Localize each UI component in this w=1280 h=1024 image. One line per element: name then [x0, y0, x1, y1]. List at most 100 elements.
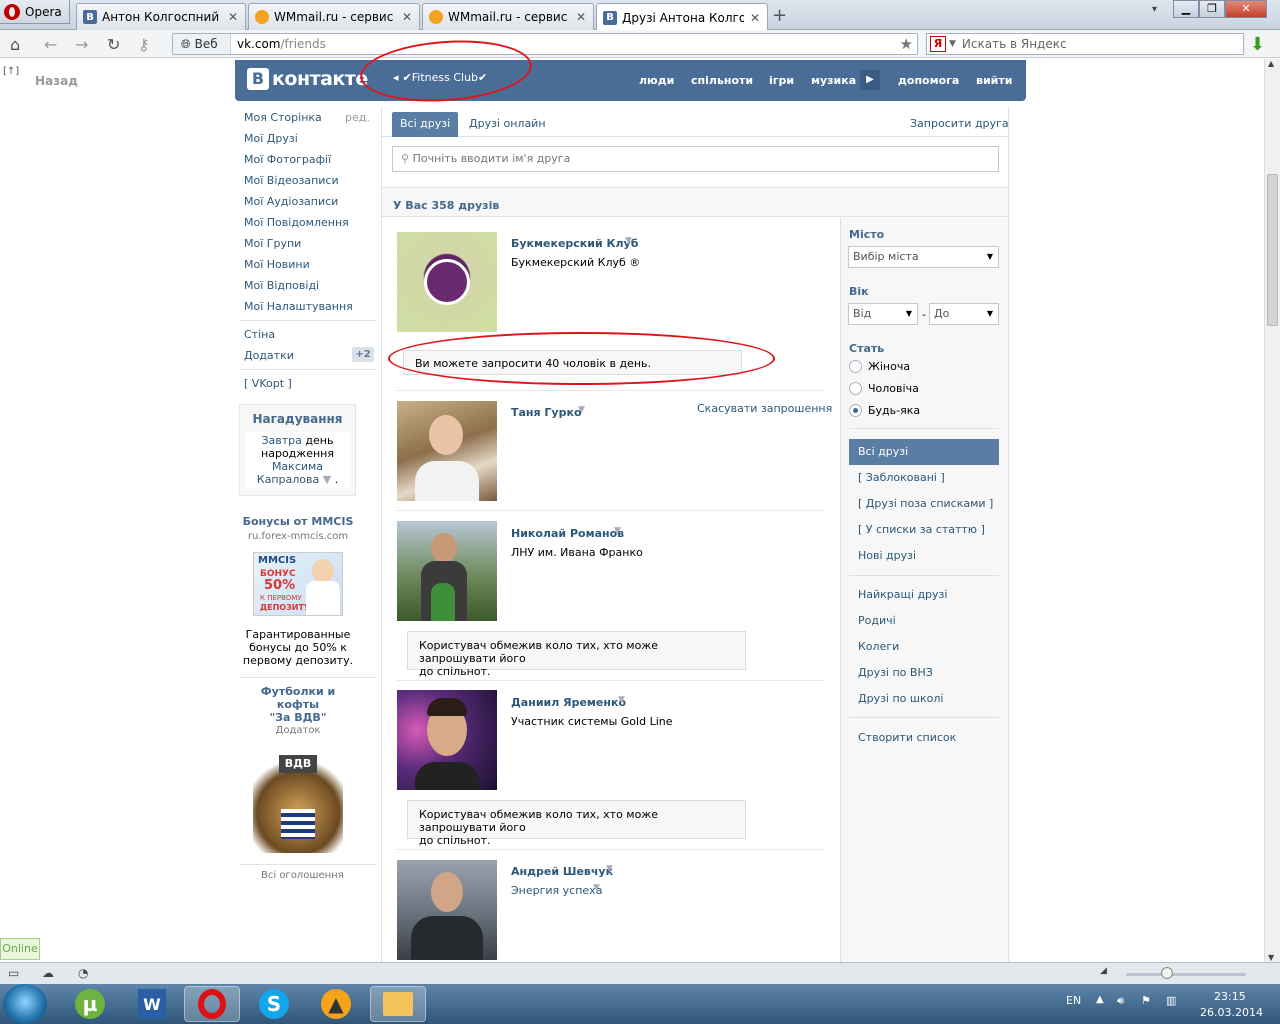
yandex-search-field[interactable]: Я ▼ Искать в Яндекс — [926, 33, 1244, 55]
menu-my-groups[interactable]: Мої Групи — [244, 237, 301, 250]
section-by-sex[interactable]: [ У списки за статтю ] — [849, 518, 999, 542]
forward-arrow-icon[interactable]: → — [75, 35, 88, 54]
play-icon[interactable]: ▶ — [860, 70, 880, 90]
scroll-up-icon[interactable]: ▲ — [1268, 59, 1274, 68]
speed-dial-icon[interactable]: ◔ — [78, 966, 88, 980]
section-new-friends[interactable]: Нові друзі — [849, 544, 999, 568]
volume-icon[interactable]: 🔊︎ — [1117, 994, 1124, 1008]
tab-friends-online[interactable]: Друзі онлайн — [461, 112, 554, 137]
age-to-select[interactable]: До — [929, 303, 999, 325]
apps-count-badge[interactable]: +2 — [352, 347, 374, 362]
friend-photo[interactable] — [397, 401, 497, 501]
search-engine-dropdown-icon[interactable]: ▼ — [949, 39, 956, 49]
tab-menu-icon[interactable]: ▾ — [1152, 4, 1157, 15]
cancel-invite-link[interactable]: Скасувати запрошення — [697, 402, 832, 415]
language-indicator[interactable]: EN — [1066, 994, 1081, 1007]
menu-my-photos[interactable]: Мої Фотографії — [244, 153, 331, 166]
clock-time[interactable]: 23:15 — [1214, 990, 1246, 1003]
ad-title[interactable]: "За ВДВ" — [239, 711, 357, 724]
close-window-icon[interactable]: ✕ — [1225, 0, 1267, 18]
skype-icon[interactable]: S — [246, 986, 302, 1022]
scrollbar-thumb[interactable] — [1267, 174, 1278, 326]
ad-vdv-image[interactable]: ВДВ — [253, 753, 343, 853]
list-colleagues[interactable]: Колеги — [849, 635, 999, 659]
friend-name[interactable]: Даниил Яременко — [511, 696, 626, 709]
browser-tab[interactable]: В Антон Колгоспний ✕ — [76, 3, 246, 30]
friend-menu-icon[interactable]: ▼ — [578, 405, 585, 415]
list-school[interactable]: Друзі по школі — [849, 687, 999, 711]
page-scrollbar[interactable]: ▲ ▼ — [1264, 59, 1280, 962]
key-icon[interactable]: ⚷ — [138, 35, 150, 54]
friend-photo[interactable] — [397, 232, 497, 332]
menu-apps[interactable]: Додатки — [244, 349, 294, 362]
tab-all-friends[interactable]: Всі друзі — [392, 112, 459, 137]
home-icon[interactable]: ⌂ — [10, 35, 20, 54]
nav-logout[interactable]: вийти — [976, 74, 1012, 87]
menu-edit-link[interactable]: ред. — [345, 111, 370, 124]
section-blocked[interactable]: [ Заблоковані ] — [849, 466, 999, 490]
zoom-slider[interactable] — [1126, 973, 1246, 976]
ad-mmcis-image[interactable]: MMCIS БОНУС 50% К ПЕРВОМУ ДЕПОЗИТУ — [253, 552, 343, 616]
ad-mmcis[interactable]: Бонусы от MMCIS ru.forex-mmcis.com — [239, 515, 357, 542]
create-list-link[interactable]: Створити список — [849, 726, 999, 750]
tray-expand-icon[interactable]: ▲ — [1096, 994, 1104, 1005]
friend-photo[interactable] — [397, 521, 497, 621]
menu-my-answers[interactable]: Мої Відповіді — [244, 279, 319, 292]
close-tab-icon[interactable]: ✕ — [749, 11, 761, 25]
menu-my-messages[interactable]: Мої Повідомлення — [244, 216, 349, 229]
invite-friend-link[interactable]: Запросити друга — [910, 117, 1009, 130]
word-icon[interactable]: W — [124, 986, 180, 1022]
friend-name[interactable]: Букмекерский Клуб — [511, 237, 638, 250]
friend-name[interactable]: Таня Гурко — [511, 406, 582, 419]
view-icon[interactable]: ◢ — [1100, 966, 1107, 976]
action-center-icon[interactable]: ⚑ — [1141, 994, 1151, 1007]
menu-my-audio[interactable]: Мої Аудіозаписи — [244, 195, 338, 208]
list-relatives[interactable]: Родичі — [849, 609, 999, 633]
list-best-friends[interactable]: Найкращі друзі — [849, 583, 999, 607]
zoom-slider-handle[interactable] — [1161, 967, 1173, 979]
city-select[interactable]: Вибір міста — [848, 246, 999, 268]
friend-search-input[interactable]: ⚲ Почніть вводити ім'я друга — [392, 146, 999, 172]
friend-name[interactable]: Николай Романов — [511, 527, 624, 540]
browser-tab[interactable]: WMmail.ru - сервис п... ✕ — [248, 3, 420, 30]
browser-tab[interactable]: WMmail.ru - сервис п... ✕ — [422, 3, 594, 30]
panel-icon[interactable]: ▭ — [8, 966, 19, 980]
new-tab-icon[interactable]: + — [772, 5, 787, 26]
minimize-icon[interactable]: ▁ — [1173, 0, 1199, 18]
friend-subtitle[interactable]: Энергия успеха — [511, 884, 602, 897]
menu-wall[interactable]: Стіна — [244, 328, 275, 341]
nav-communities[interactable]: спільноти — [691, 74, 753, 87]
age-from-select[interactable]: Від — [848, 303, 918, 325]
browser-tab-active[interactable]: В Друзі Антона Колгосп... ✕ — [596, 3, 768, 31]
url-text[interactable]: vk.com/friends — [231, 37, 326, 51]
ad-title[interactable]: Футболки и кофты — [239, 685, 357, 711]
bookmark-star-icon[interactable]: ★ — [900, 35, 913, 53]
friend-menu-icon[interactable]: ▼ — [614, 526, 621, 536]
nav-people[interactable]: люди — [639, 74, 674, 87]
utorrent-icon[interactable]: µ — [62, 986, 118, 1022]
windows-start-icon[interactable] — [3, 984, 47, 1024]
reminder-person-link[interactable]: Максима — [272, 460, 323, 473]
ad-title[interactable]: Бонусы от MMCIS — [239, 515, 357, 528]
nav-music[interactable]: музика — [811, 74, 856, 87]
menu-my-settings[interactable]: Мої Налаштування — [244, 300, 353, 313]
network-icon[interactable]: ▥ — [1166, 994, 1176, 1007]
opera-taskbar-icon[interactable] — [184, 986, 240, 1022]
status-menu-icon[interactable]: ▼ — [593, 883, 600, 893]
friend-menu-icon[interactable]: ▼ — [606, 864, 613, 874]
sex-male-radio[interactable]: Чоловіча — [849, 382, 919, 395]
menu-my-page[interactable]: Моя Сторінка — [244, 111, 322, 124]
menu-my-news[interactable]: Мої Новини — [244, 258, 310, 271]
reminder-date-link[interactable]: Завтра — [262, 434, 302, 447]
cloud-icon[interactable]: ☁ — [42, 966, 54, 980]
download-icon[interactable]: ⬇ — [1250, 34, 1268, 55]
friend-photo[interactable] — [397, 690, 497, 790]
restore-icon[interactable]: ❐ — [1199, 0, 1225, 18]
menu-vkopt[interactable]: [ VKopt ] — [244, 377, 292, 390]
sex-any-radio[interactable]: Будь-яка — [849, 404, 920, 417]
vk-logo[interactable]: В контакте — [247, 68, 368, 90]
close-tab-icon[interactable]: ✕ — [401, 10, 413, 24]
ad-text[interactable]: Гарантированные бонусы до 50% к первому … — [239, 628, 357, 667]
menu-my-videos[interactable]: Мої Відеозаписи — [244, 174, 339, 187]
reminder-person-link[interactable]: Капралова — [257, 473, 319, 486]
